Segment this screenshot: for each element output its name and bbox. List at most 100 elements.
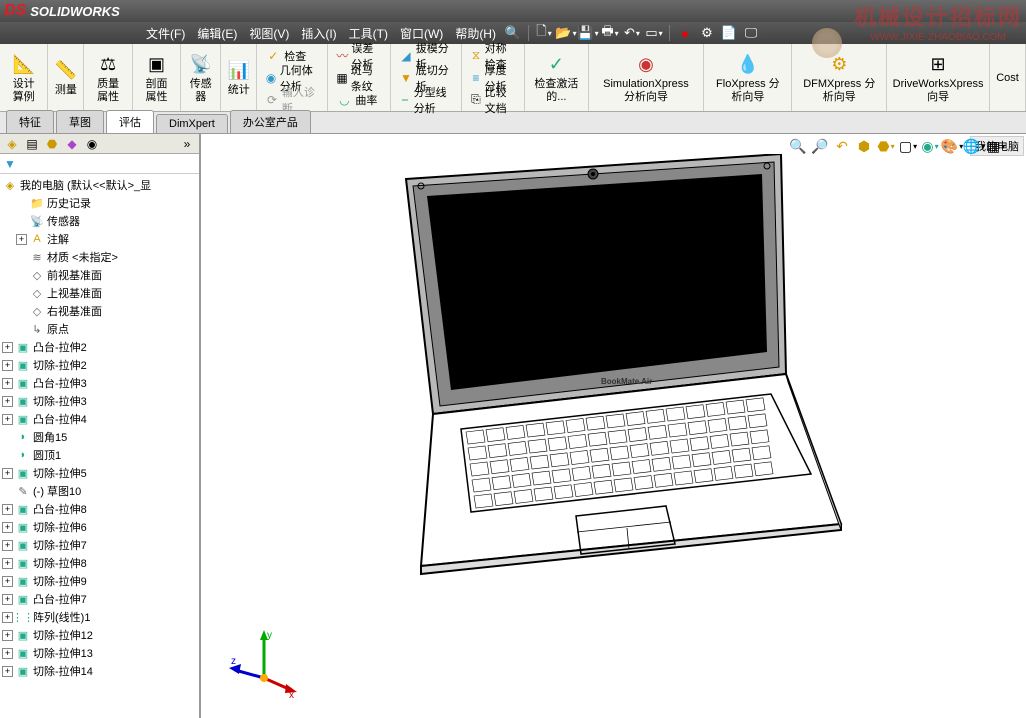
rb-dfmxpress[interactable]: ⚙DFMXpress 分析向导 — [796, 50, 882, 104]
tree-node[interactable]: +⋮⋮阵列(线性)1 — [0, 608, 199, 626]
tree-node[interactable]: ✎(-) 草图10 — [0, 482, 199, 500]
tree-tab-feature-icon[interactable]: ◈ — [2, 135, 22, 153]
feature-tree[interactable]: ◈ 我的电脑 (默认<<默认>_显 📁历史记录📡传感器+A注解≋材质 <未指定>… — [0, 174, 199, 718]
tree-tab-display-icon[interactable]: ◉ — [82, 135, 102, 153]
rb-parting[interactable]: ⎯分型线分析 — [399, 90, 453, 110]
rb-simxpress[interactable]: ◉SimulationXpress 分析向导 — [593, 50, 700, 104]
expand-icon[interactable]: + — [2, 396, 13, 407]
tree-node[interactable]: ◇上视基准面 — [0, 284, 199, 302]
menu-edit[interactable]: 编辑(E) — [191, 23, 243, 44]
rb-floxpress[interactable]: 💧FloXpress 分析向导 — [708, 50, 787, 104]
menu-file[interactable]: 文件(F) — [140, 23, 191, 44]
undo-icon[interactable]: ↶▾ — [623, 24, 641, 42]
tab-dimxpert[interactable]: DimXpert — [156, 114, 228, 133]
tree-node[interactable]: +▣切除-拉伸12 — [0, 626, 199, 644]
expand-icon[interactable]: + — [2, 630, 13, 641]
view-orient-icon[interactable]: ⬣▾ — [876, 136, 896, 156]
tab-sketch[interactable]: 草图 — [56, 110, 104, 133]
display-style-icon[interactable]: ▢▾ — [898, 136, 918, 156]
tree-expand-icon[interactable]: » — [177, 135, 197, 153]
save-icon[interactable]: 💾▾ — [579, 24, 597, 42]
rb-zebra[interactable]: ▦斑马条纹 — [336, 68, 382, 88]
expand-icon[interactable]: + — [2, 522, 13, 533]
print-icon[interactable]: 🖶▾ — [601, 24, 619, 42]
tree-node[interactable]: ◇前视基准面 — [0, 266, 199, 284]
rb-diag[interactable]: ⟳输入诊断 — [265, 90, 319, 110]
expand-icon[interactable]: + — [2, 648, 13, 659]
prev-view-icon[interactable]: ↶ — [832, 136, 852, 156]
doc-icon[interactable]: 📄 — [720, 24, 738, 42]
tree-node[interactable]: +▣切除-拉伸9 — [0, 572, 199, 590]
tree-node[interactable]: ◇右视基准面 — [0, 302, 199, 320]
tree-tab-config-icon[interactable]: ⬣ — [42, 135, 62, 153]
tree-node[interactable]: ◗圆顶1 — [0, 446, 199, 464]
appearance-icon[interactable]: 🎨▾ — [942, 136, 962, 156]
tree-node[interactable]: +▣切除-拉伸8 — [0, 554, 199, 572]
expand-icon[interactable]: + — [2, 540, 13, 551]
view-settings-icon[interactable]: ▦▾ — [986, 136, 1006, 156]
model-viewport[interactable]: 我的电脑 🔍 🔎 ↶ ⬢ ⬣▾ ▢▾ ◉▾ 🎨▾ 🌐▾ ▦▾ — [201, 134, 1026, 718]
menu-insert[interactable]: 插入(I) — [295, 23, 342, 44]
tree-node[interactable]: +▣凸台-拉伸7 — [0, 590, 199, 608]
new-icon[interactable]: 🗋▾ — [535, 24, 553, 42]
expand-icon[interactable]: + — [2, 576, 13, 587]
open-icon[interactable]: 📂▾ — [557, 24, 575, 42]
rb-measure[interactable]: 📏测量 — [50, 56, 82, 98]
expand-icon[interactable]: + — [2, 378, 13, 389]
tree-node[interactable]: +▣凸台-拉伸3 — [0, 374, 199, 392]
rebuild-icon[interactable]: ● — [676, 24, 694, 42]
zoom-area-icon[interactable]: 🔎 — [810, 136, 830, 156]
tree-filter[interactable]: ▼ — [0, 154, 199, 174]
expand-icon[interactable]: + — [2, 666, 13, 677]
tree-node[interactable]: 📡传感器 — [0, 212, 199, 230]
rb-mass[interactable]: ⚖质量属性 — [88, 50, 127, 104]
tree-root[interactable]: ◈ 我的电脑 (默认<<默认>_显 — [0, 176, 199, 194]
rb-design-study[interactable]: 📐设计算例 — [4, 50, 43, 104]
screen-icon[interactable]: 🖵 — [742, 24, 760, 42]
tree-node[interactable]: 📁历史记录 — [0, 194, 199, 212]
tree-node[interactable]: ≋材质 <未指定> — [0, 248, 199, 266]
rb-compare[interactable]: ⎘比较文档 — [470, 90, 516, 110]
expand-icon[interactable]: + — [2, 594, 13, 605]
tree-node[interactable]: +▣切除-拉伸13 — [0, 644, 199, 662]
expand-icon[interactable]: + — [2, 414, 13, 425]
rb-cost[interactable]: Cost — [992, 68, 1023, 86]
select-icon[interactable]: ▭▾ — [645, 24, 663, 42]
tree-node[interactable]: ↳原点 — [0, 320, 199, 338]
options-icon[interactable]: ⚙ — [698, 24, 716, 42]
tree-node[interactable]: +▣切除-拉伸14 — [0, 662, 199, 680]
hide-show-icon[interactable]: ◉▾ — [920, 136, 940, 156]
rb-driveworks[interactable]: ⊞DriveWorksXpress 向导 — [889, 50, 988, 104]
tab-office[interactable]: 办公室产品 — [230, 110, 311, 133]
tree-node[interactable]: +▣凸台-拉伸4 — [0, 410, 199, 428]
section-view-icon[interactable]: ⬢ — [854, 136, 874, 156]
expand-icon[interactable]: + — [16, 234, 27, 245]
expand-icon[interactable]: + — [2, 360, 13, 371]
rb-sensor[interactable]: 📡传感器 — [185, 50, 217, 104]
tree-tab-property-icon[interactable]: ▤ — [22, 135, 42, 153]
expand-icon[interactable]: + — [2, 468, 13, 479]
scene-icon[interactable]: 🌐▾ — [964, 136, 984, 156]
zoom-fit-icon[interactable]: 🔍 — [788, 136, 808, 156]
rb-curvature[interactable]: ◡曲率 — [336, 90, 382, 110]
rb-stats[interactable]: 📊统计 — [223, 56, 255, 98]
tree-node[interactable]: +▣切除-拉伸7 — [0, 536, 199, 554]
expand-icon[interactable]: + — [2, 504, 13, 515]
rb-active-check[interactable]: ✓检查激活的... — [529, 50, 584, 104]
tree-node[interactable]: +▣切除-拉伸6 — [0, 518, 199, 536]
tree-node[interactable]: +▣凸台-拉伸2 — [0, 338, 199, 356]
tree-node[interactable]: ◗圆角15 — [0, 428, 199, 446]
tab-evaluate[interactable]: 评估 — [106, 110, 154, 133]
rb-section[interactable]: ▣剖面属性 — [137, 50, 176, 104]
expand-icon[interactable]: + — [2, 342, 13, 353]
tree-node[interactable]: +A注解 — [0, 230, 199, 248]
expand-icon[interactable]: + — [2, 558, 13, 569]
tab-features[interactable]: 特征 — [6, 110, 54, 133]
menu-view[interactable]: 视图(V) — [243, 23, 295, 44]
orientation-triad[interactable]: y x z — [229, 628, 299, 698]
tree-node[interactable]: +▣切除-拉伸2 — [0, 356, 199, 374]
tree-tab-dimxpert-icon[interactable]: ◆ — [62, 135, 82, 153]
tree-node[interactable]: +▣切除-拉伸5 — [0, 464, 199, 482]
tree-node[interactable]: +▣切除-拉伸3 — [0, 392, 199, 410]
tree-node[interactable]: +▣凸台-拉伸8 — [0, 500, 199, 518]
